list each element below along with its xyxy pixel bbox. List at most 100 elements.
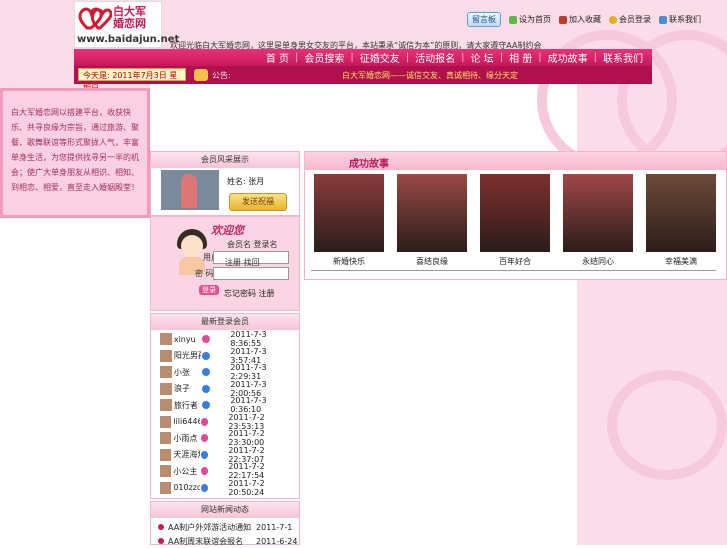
avatar[interactable] <box>160 366 172 379</box>
story-photo[interactable] <box>646 174 716 252</box>
member-name[interactable]: 浪子 <box>174 383 202 394</box>
login-time: 2011-7-2 20:50:24 <box>228 478 265 497</box>
story-photo[interactable] <box>314 174 384 252</box>
list-item[interactable]: AA制户外郊游活动通知 2011-7-1 <box>151 520 299 534</box>
home-icon <box>509 15 517 24</box>
add-favorite-link[interactable]: 加入收藏 <box>559 14 601 25</box>
avatar[interactable] <box>160 382 172 395</box>
heart-logo-icon <box>78 7 112 30</box>
male-icon <box>202 384 211 393</box>
table-row[interactable]: 阳光男孩 2011-7-3 3:57:41 <box>151 346 299 365</box>
male-icon <box>200 450 209 459</box>
logo-brand: 白大军 婚恋网 <box>113 5 146 30</box>
avatar[interactable] <box>160 481 172 494</box>
login-time: 2011-7-2 23:53:13 <box>228 412 265 431</box>
bullet-icon <box>158 538 164 544</box>
nav-stories[interactable]: 成功故事 <box>548 50 588 65</box>
story-caption[interactable]: 喜结良缘 <box>397 256 467 267</box>
contact-link[interactable]: 联系我们 <box>659 14 701 25</box>
story-caption[interactable]: 永结同心 <box>563 256 633 267</box>
send-blessing-button[interactable]: 发送祝福 <box>229 193 287 211</box>
login-links[interactable]: 忘记密码 注册 <box>224 288 275 299</box>
mail-icon <box>659 15 667 24</box>
login-time: 2011-7-3 3:57:41 <box>230 346 267 365</box>
female-icon <box>202 335 211 344</box>
login-time: 2011-7-2 22:37:07 <box>228 445 265 464</box>
login-time: 2011-7-3 2:00:56 <box>230 379 267 398</box>
nav-album[interactable]: 相 册 <box>509 50 532 65</box>
avatar[interactable] <box>160 349 172 362</box>
story-caption[interactable]: 新婚快乐 <box>314 256 384 267</box>
member-name[interactable]: 小公主 <box>173 466 199 477</box>
member-name: 姓名: 张月 <box>227 177 265 186</box>
password-input[interactable] <box>213 267 289 280</box>
user-icon <box>609 15 617 24</box>
member-login-link[interactable]: 会员登录 <box>609 14 651 25</box>
table-row[interactable]: 010zzd 2011-7-2 20:50:24 <box>151 478 299 497</box>
story-item[interactable]: 喜结良缘 <box>397 174 467 266</box>
member-name[interactable]: 小雨点 <box>173 433 199 444</box>
date-display: 今天是: 2011年7月3日 星期日 <box>78 68 186 93</box>
list-item[interactable]: AA制周末联谊会报名 2011-6-24 <box>151 534 299 548</box>
table-row[interactable]: 旅行者 2011-7-3 0:36:10 <box>151 396 299 414</box>
login-time: 2011-7-3 8:36:55 <box>230 330 267 349</box>
member-name[interactable]: lili6446 <box>173 417 199 426</box>
member-name[interactable]: 小张 <box>174 367 202 378</box>
avatar[interactable] <box>160 465 172 478</box>
sub-bar: 今天是: 2011年7月3日 星期日 公告: 白大军婚恋网——诚信交友、真诚相待… <box>74 66 652 93</box>
story-caption[interactable]: 幸福美满 <box>646 256 716 267</box>
avatar[interactable] <box>160 399 172 412</box>
story-photo[interactable] <box>397 174 467 252</box>
member-name[interactable]: xinyu <box>174 335 202 344</box>
member-name[interactable]: 阳光男孩 <box>174 350 202 361</box>
table-row[interactable]: xinyu 2011-7-3 8:36:55 <box>151 330 299 349</box>
news-date: 2011-7-1 <box>256 522 293 532</box>
avatar[interactable] <box>160 448 172 461</box>
welcome-title: 欢迎您 <box>211 224 244 237</box>
nav-events[interactable]: 活动报名 <box>415 50 455 65</box>
nav-forum[interactable]: 论 坛 <box>471 50 494 65</box>
password-label: 密 码 <box>195 269 214 278</box>
story-photo[interactable] <box>480 174 550 252</box>
member-photo[interactable] <box>161 170 219 210</box>
table-row[interactable]: 天涯海角 2011-7-2 22:37:07 <box>151 445 299 464</box>
table-row[interactable]: 小公主 2011-7-2 22:17:54 <box>151 462 299 481</box>
member-name[interactable]: 旅行者 <box>174 400 202 411</box>
stories-tab[interactable]: 成功故事 <box>349 155 389 170</box>
avatar[interactable] <box>160 432 172 445</box>
nav-contact[interactable]: 联系我们 <box>603 50 643 65</box>
member-name[interactable]: 天涯海角 <box>173 449 199 460</box>
nav-member-search[interactable]: 会员搜索 <box>304 50 344 65</box>
site-logo[interactable]: 白大军 婚恋网 www.baidajun.net <box>74 1 179 48</box>
nav-dating[interactable]: 征婚交友 <box>360 50 400 65</box>
notice-label: 公告: <box>212 71 231 80</box>
story-item[interactable]: 幸福美满 <box>646 174 716 266</box>
story-caption[interactable]: 百年好合 <box>480 256 550 267</box>
nav-home[interactable]: 首 页 <box>266 50 289 65</box>
login-button[interactable]: 登录 <box>199 285 219 295</box>
member-name[interactable]: 010zzd <box>173 483 199 492</box>
bullet-icon <box>158 524 164 530</box>
set-homepage-link[interactable]: 设为首页 <box>509 14 551 25</box>
site-intro: 白大军婚恋网以搭建平台，收获快乐、共寻良缘为宗旨，通过旅游、聚餐、歌舞联谊等形式… <box>0 88 150 218</box>
story-photo[interactable] <box>563 174 633 252</box>
news-list: AA制户外郊游活动通知 2011-7-1 AA制周末联谊会报名 2011-6-24 <box>151 518 299 548</box>
story-item[interactable]: 新婚快乐 <box>314 174 384 266</box>
recent-members: 最新登录会员 xinyu 2011-7-3 8:36:55 阳光男孩 2011-7-3… <box>150 313 300 499</box>
story-item[interactable]: 永结同心 <box>563 174 633 266</box>
news-title: 网站新闻动态 <box>151 502 299 518</box>
login-box: 欢迎您 会员名 登录名 用户名 注册 找回 密 码 登录 忘记密码 注册 <box>150 216 300 311</box>
avatar[interactable] <box>160 415 172 428</box>
table-row[interactable]: 小雨点 2011-7-2 23:30:00 <box>151 429 299 447</box>
female-icon <box>200 417 209 426</box>
table-row[interactable]: lili6446 2011-7-2 23:53:13 <box>151 412 299 431</box>
news-link[interactable]: AA制户外郊游活动通知 <box>168 522 256 533</box>
story-item[interactable]: 百年好合 <box>480 174 550 266</box>
guestbook-button[interactable]: 留言板 <box>467 12 501 27</box>
login-time: 2011-7-2 22:17:54 <box>228 462 265 481</box>
notice-text[interactable]: 白大军婚恋网——诚信交友、真诚相待、缘分天定 <box>342 70 518 81</box>
table-row[interactable]: 小张 2011-7-3 2:29:31 <box>151 363 299 381</box>
avatar[interactable] <box>160 333 172 346</box>
table-row[interactable]: 浪子 2011-7-3 2:00:56 <box>151 379 299 398</box>
news-date: 2011-6-24 <box>256 536 298 546</box>
